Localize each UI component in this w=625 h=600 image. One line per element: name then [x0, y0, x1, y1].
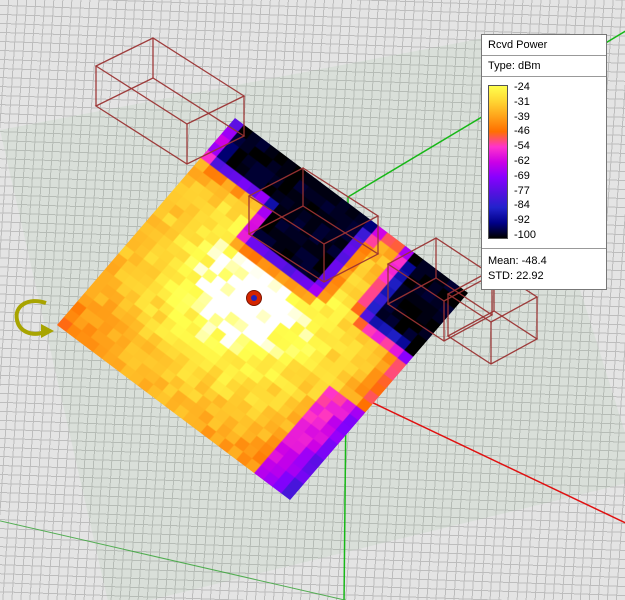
- std-value: STD: 22.92: [488, 269, 600, 284]
- colorbar-tick-labels: -24 -31 -39 -46 -54 -62 -69 -77 -84 -92 -100: [514, 82, 536, 240]
- colorbar: [488, 85, 508, 239]
- scale-tick-label: -84: [514, 200, 536, 210]
- scale-tick-label: -100: [514, 230, 536, 240]
- legend-colorbar-section: -24 -31 -39 -46 -54 -62 -69 -77 -84 -92 -100: [482, 77, 606, 249]
- 3d-viewport[interactable]: Rcvd Power Type: dBm -24-31-39-46-54-62-…: [0, 0, 625, 600]
- mean-value: Mean: -48.4: [488, 254, 600, 269]
- scale-tick-label: -54: [514, 141, 536, 151]
- scale-tick-label: -69: [514, 171, 536, 181]
- legend-type: Type: dBm: [482, 56, 606, 77]
- scale-tick-label: -62: [514, 156, 536, 166]
- scale-tick-label: -92: [514, 215, 536, 225]
- scale-tick-label: -46: [514, 126, 536, 136]
- transmitter-marker[interactable]: [246, 290, 262, 306]
- legend-title: Rcvd Power: [482, 35, 606, 56]
- legend-stats: Mean: -48.4 STD: 22.92: [482, 249, 606, 289]
- scale-tick-label: -77: [514, 186, 536, 196]
- legend-panel: Rcvd Power Type: dBm -24-31-39-46-54-62-…: [481, 34, 607, 290]
- scale-tick-label: -39: [514, 112, 536, 122]
- scale-tick-label: -24: [514, 82, 536, 92]
- transmitter-center-dot: [251, 295, 257, 301]
- scale-tick-label: -31: [514, 97, 536, 107]
